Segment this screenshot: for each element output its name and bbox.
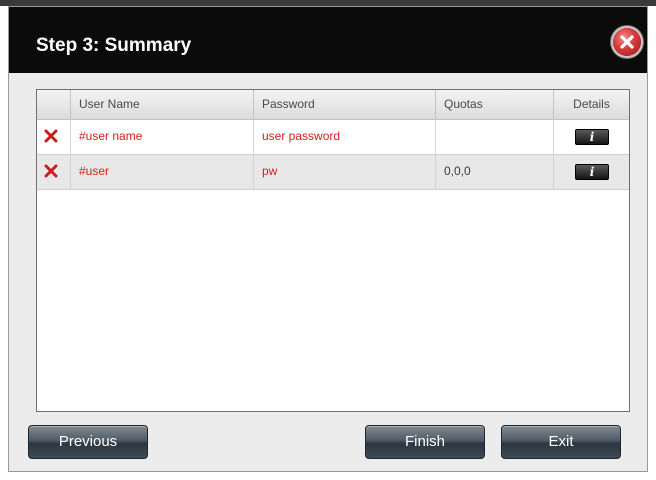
user-name-cell: #user name xyxy=(70,120,253,154)
header-details[interactable]: Details xyxy=(553,90,629,119)
finish-button[interactable]: Finish xyxy=(365,425,485,459)
header-password[interactable]: Password xyxy=(253,90,435,119)
close-button[interactable] xyxy=(613,28,641,56)
quotas-cell xyxy=(435,120,553,154)
header-user-name[interactable]: User Name xyxy=(70,90,253,119)
details-cell: i xyxy=(553,120,629,154)
delete-cell xyxy=(37,120,70,154)
info-icon[interactable]: i xyxy=(575,129,609,145)
table-header: User Name Password Quotas Details xyxy=(37,90,629,120)
table-row: #user name user password i xyxy=(37,120,629,154)
password-cell: user password xyxy=(253,120,435,154)
user-name-cell: #user xyxy=(70,155,253,189)
previous-button[interactable]: Previous xyxy=(28,425,148,459)
summary-table: User Name Password Quotas Details #user … xyxy=(36,89,630,412)
header-quotas[interactable]: Quotas xyxy=(435,90,553,119)
password-cell: pw xyxy=(253,155,435,189)
close-icon xyxy=(620,35,634,49)
delete-icon[interactable] xyxy=(44,129,58,143)
dialog-titlebar: Step 3: Summary xyxy=(9,7,647,73)
delete-cell xyxy=(37,155,70,189)
dialog-title: Step 3: Summary xyxy=(36,35,192,56)
header-delete-column xyxy=(37,90,70,119)
info-icon[interactable]: i xyxy=(575,164,609,180)
quotas-cell: 0,0,0 xyxy=(435,155,553,189)
delete-icon[interactable] xyxy=(44,164,58,178)
table-row: #user pw 0,0,0 i xyxy=(37,154,629,190)
exit-button[interactable]: Exit xyxy=(501,425,621,459)
details-cell: i xyxy=(553,155,629,189)
summary-dialog: Step 3: Summary User Name Password Quota… xyxy=(8,6,648,472)
